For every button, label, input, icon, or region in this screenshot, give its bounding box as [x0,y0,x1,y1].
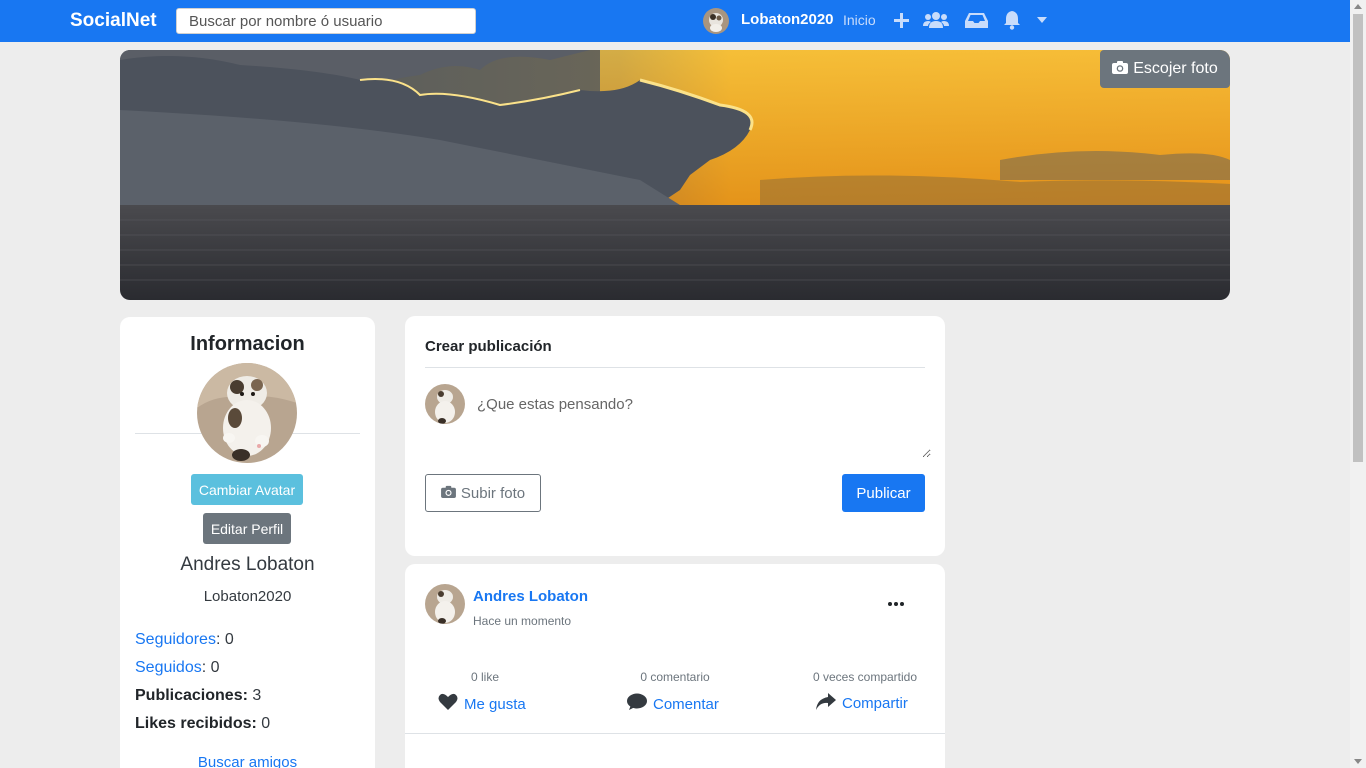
heart-icon [438,693,458,715]
like-label: Me gusta [464,695,526,713]
brand-logo[interactable]: SocialNet [70,10,157,32]
users-icon[interactable] [922,8,950,32]
caret-down-icon[interactable] [1036,8,1048,32]
nav-avatar[interactable] [703,8,729,34]
like-count: 0 like [470,670,499,684]
publish-button[interactable]: Publicar [842,474,925,512]
scroll-down-arrow[interactable] [1354,759,1362,764]
composer-avatar [425,384,465,424]
share-label: Compartir [842,695,908,712]
create-post-title: Crear publicación [425,338,552,355]
likes-label: Likes recibidos: [135,715,257,732]
profile-avatar [197,363,297,463]
change-avatar-button[interactable]: Cambiar Avatar [191,474,303,505]
likes-count: 0 [256,715,271,732]
camera-icon [1112,60,1129,79]
edit-profile-button[interactable]: Editar Perfil [203,513,291,544]
create-post-divider [425,367,925,368]
nav-home-link[interactable]: Inicio [843,12,876,28]
inbox-icon[interactable] [964,8,988,32]
post-author-name[interactable]: Andres Lobaton [473,588,588,605]
posts-label: Publicaciones: [135,687,248,704]
more-options-icon[interactable] [886,594,906,614]
profile-username: Lobaton2020 [203,588,292,605]
following-stat: Seguidos: 0 [135,659,220,677]
posts-count: 3 [247,687,262,704]
profile-info-card: Informacion Cambiar Avatar Editar Perfil… [120,317,375,768]
likes-stat: Likes recibidos: 0 [135,715,270,733]
info-title: Informacion [190,333,305,355]
share-count: 0 veces compartido [812,670,918,684]
profile-full-name: Andres Lobaton [180,554,315,575]
choose-photo-label: Escojer foto [1133,60,1218,77]
post-footer-divider [405,733,945,734]
share-button[interactable]: Compartir [816,693,908,714]
comment-count: 0 comentario [640,670,710,684]
page-scrollbar[interactable] [1350,0,1366,768]
camera-icon [440,485,456,502]
create-post-card: Crear publicación Subir foto Publicar [405,316,945,556]
cover-photo [120,50,1230,300]
scroll-thumb[interactable] [1353,14,1363,462]
upload-photo-button[interactable]: Subir foto [425,474,541,512]
post-text-input[interactable] [475,388,931,458]
top-navbar: SocialNet Lobaton2020 Inicio [0,0,1350,42]
share-icon [816,693,836,714]
comment-button[interactable]: Comentar [627,693,719,715]
posts-stat: Publicaciones: 3 [135,687,261,705]
upload-photo-label: Subir foto [460,484,526,502]
post-timestamp: Hace un momento [473,614,572,628]
post-author-avatar[interactable] [425,584,465,624]
bell-icon[interactable] [1002,8,1022,32]
followers-stat: Seguidores: 0 [135,631,234,649]
nav-username[interactable]: Lobaton2020 [741,11,834,28]
like-button[interactable]: Me gusta [438,693,526,715]
choose-cover-photo-button[interactable]: Escojer foto [1100,50,1230,88]
scroll-up-arrow[interactable] [1354,4,1362,9]
followers-count: : 0 [215,631,234,648]
following-link[interactable]: Seguidos [135,659,202,676]
following-count: : 0 [201,659,220,676]
find-friends-link[interactable]: Buscar amigos [120,754,375,768]
search-input[interactable] [176,8,476,34]
followers-link[interactable]: Seguidores [135,631,216,648]
feed-post-card: Andres Lobaton Hace un momento 0 like 0 … [405,564,945,768]
comment-label: Comentar [653,695,719,713]
comment-icon [627,693,647,715]
plus-icon[interactable] [892,8,910,32]
